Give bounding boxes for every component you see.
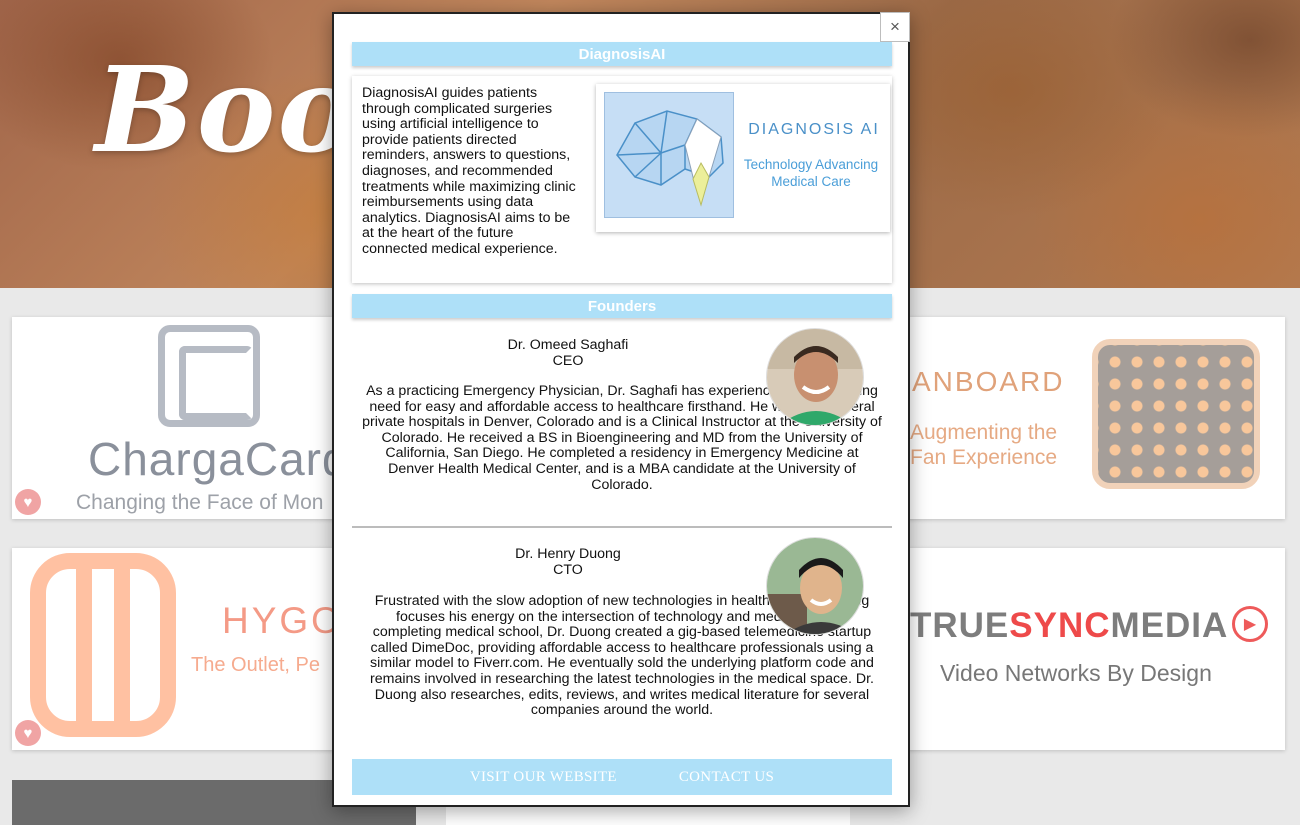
- heart-icon[interactable]: ♥: [15, 720, 41, 746]
- startup-detail-modal: × DiagnosisAI DIAGNOSIS AI Technology Ad…: [332, 12, 910, 807]
- truesync-name-mid: SYNC: [1009, 606, 1111, 645]
- founder-avatar: [766, 328, 864, 426]
- chargacard-name: ChargaCard: [88, 433, 349, 485]
- company-description: DiagnosisAI guides patients through comp…: [362, 85, 576, 257]
- fanboard-logo: [1092, 339, 1260, 489]
- logo-tagline-line2: Medical Care: [771, 174, 851, 189]
- founder-role: CEO: [552, 352, 584, 369]
- truesync-name-right: MEDIA: [1110, 606, 1229, 645]
- fanboard-tagline-line2: Fan Experience: [910, 446, 1058, 469]
- play-icon: ▶: [1232, 606, 1268, 642]
- heart-icon[interactable]: ♥: [15, 489, 41, 515]
- founder-role: CTO: [553, 561, 583, 578]
- brain-graphic: [604, 92, 734, 218]
- founder-name: Dr. Omeed Saghafi: [507, 337, 629, 353]
- founder-divider: [352, 526, 892, 528]
- close-button[interactable]: ×: [880, 12, 910, 42]
- company-logo-image: DIAGNOSIS AI Technology Advancing Medica…: [596, 84, 890, 232]
- truesync-name-left: TRUE: [910, 606, 1010, 645]
- avatar-icon: [767, 329, 863, 425]
- company-heading: DiagnosisAI: [352, 42, 892, 66]
- fanboard-tagline-line1: Augmenting the: [910, 421, 1058, 444]
- company-about-box: DIAGNOSIS AI Technology Advancing Medica…: [352, 76, 892, 283]
- founders-heading: Founders: [352, 294, 892, 318]
- truesync-name: TRUESYNCMEDIA: [910, 606, 1228, 646]
- founder-name: Dr. Henry Duong: [515, 546, 621, 562]
- fanboard-tagline: Augmenting the Fan Experience: [910, 420, 1057, 470]
- modal-footer: VISIT OUR WEBSITE CONTACT US: [352, 759, 892, 795]
- visit-website-link[interactable]: VISIT OUR WEBSITE: [470, 769, 617, 786]
- logo-tagline: Technology Advancing Medical Care: [736, 156, 886, 190]
- brain-icon: [616, 110, 724, 207]
- logo-title: DIAGNOSIS AI: [748, 121, 880, 138]
- hygo-tagline: The Outlet, Pe: [191, 654, 320, 676]
- truesync-tagline: Video Networks By Design: [940, 660, 1212, 686]
- startup-card-truesync[interactable]: [880, 548, 1285, 750]
- chargacard-logo: [158, 325, 260, 427]
- avatar-icon: [767, 538, 863, 634]
- hygo-logo: [30, 553, 176, 737]
- logo-tagline-line1: Technology Advancing: [743, 157, 879, 172]
- company-description-wrap: DIAGNOSIS AI Technology Advancing Medica…: [362, 84, 890, 258]
- fanboard-name: ANBOARD: [912, 366, 1065, 397]
- contact-us-link[interactable]: CONTACT US: [679, 769, 774, 786]
- hygo-name: HYGO: [222, 600, 343, 641]
- hero-title: Boo: [95, 40, 359, 179]
- founder-avatar: [766, 537, 864, 635]
- chargacard-tagline: Changing the Face of Mon: [76, 491, 324, 514]
